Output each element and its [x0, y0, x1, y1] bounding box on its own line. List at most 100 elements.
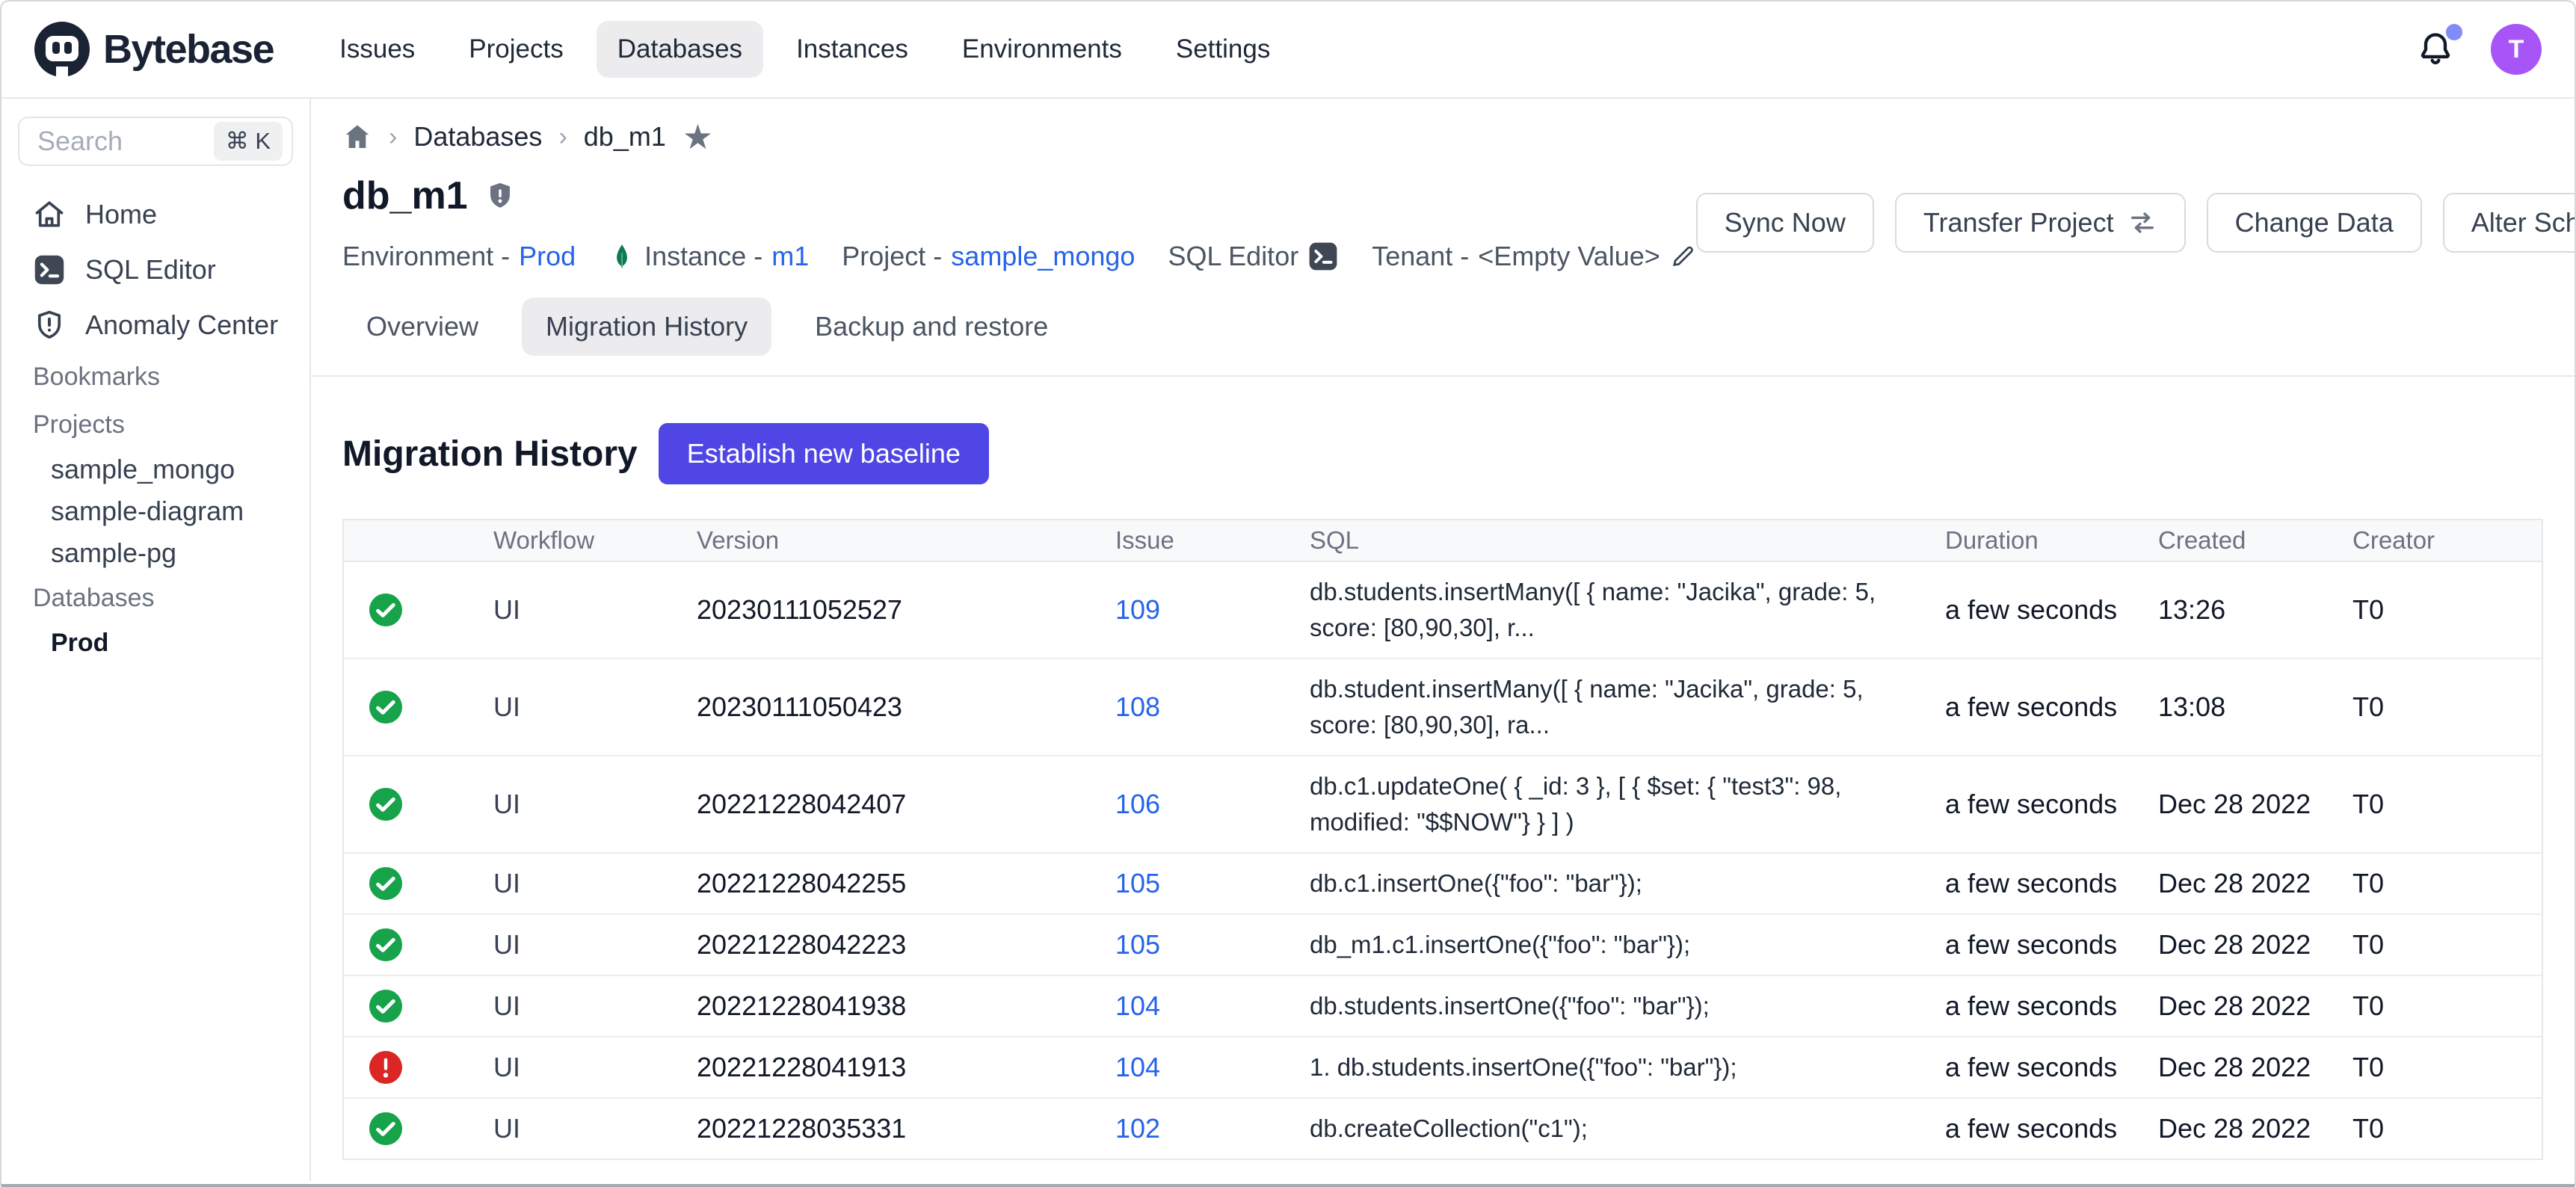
sidebar: ⌘ K HomeSQL EditorAnomaly Center Bookmar… — [1, 99, 311, 1181]
tab-overview[interactable]: Overview — [342, 297, 502, 356]
version-cell: 20221228041913 — [697, 1052, 1115, 1083]
created-cell: 13:08 — [2158, 691, 2352, 723]
nav-item-databases[interactable]: Databases — [597, 21, 763, 78]
issue-link[interactable]: 109 — [1115, 594, 1310, 626]
sidebar-item-anomaly-center[interactable]: Anomaly Center — [1, 297, 309, 353]
nav-item-instances[interactable]: Instances — [775, 21, 929, 78]
check-circle-icon — [368, 592, 404, 628]
check-circle-icon — [368, 927, 404, 963]
sidebar-item-label: Home — [85, 199, 157, 230]
project-link[interactable]: sample_mongo — [951, 241, 1135, 272]
created-cell: Dec 28 2022 — [2158, 1113, 2352, 1144]
table-row[interactable]: UI20221228042223105db_m1.c1.insertOne({"… — [344, 915, 2542, 976]
nav-item-issues[interactable]: Issues — [318, 21, 436, 78]
tab-backup-and-restore[interactable]: Backup and restore — [791, 297, 1072, 356]
sidebar-item-sample-pg[interactable]: sample-pg — [1, 532, 309, 574]
table-row[interactable]: UI20221228035331102db.createCollection("… — [344, 1099, 2542, 1159]
notification-bell-button[interactable] — [2416, 30, 2455, 69]
tabs-divider — [311, 375, 2575, 377]
issue-link[interactable]: 105 — [1115, 868, 1310, 899]
creator-cell: T0 — [2352, 789, 2542, 820]
transfer-project-button[interactable]: Transfer Project — [1895, 193, 2186, 253]
created-cell: Dec 28 2022 — [2158, 990, 2352, 1022]
column-header-workflow: Workflow — [493, 526, 697, 555]
creator-cell: T0 — [2352, 990, 2542, 1022]
nav-item-projects[interactable]: Projects — [448, 21, 584, 78]
breadcrumb-item-databases[interactable]: Databases — [413, 121, 542, 152]
sidebar-nav: Home SQL Editor Anomaly Center — [1, 187, 309, 353]
version-cell: 20230111052527 — [697, 594, 1115, 626]
table-row[interactable]: UI20230111050423108db.student.insertMany… — [344, 659, 2542, 756]
establish-baseline-button[interactable]: Establish new baseline — [659, 423, 989, 484]
search-box: ⌘ K — [18, 117, 293, 166]
home-icon[interactable] — [342, 122, 372, 152]
home-icon — [33, 198, 66, 231]
status-cell — [344, 786, 493, 822]
workflow-cell: UI — [493, 594, 697, 626]
page-title: db_m1 — [342, 173, 468, 218]
issue-link[interactable]: 104 — [1115, 1052, 1310, 1083]
table-row[interactable]: UI20221228042255105db.c1.insertOne({"foo… — [344, 854, 2542, 915]
change-data-button[interactable]: Change Data — [2207, 193, 2422, 253]
version-cell: 20221228042255 — [697, 868, 1115, 899]
environment-meta: Environment - Prod — [342, 241, 576, 272]
status-cell — [344, 988, 493, 1024]
sync-now-button[interactable]: Sync Now — [1696, 193, 1874, 253]
table-row[interactable]: UI202212280419131041. db.students.insert… — [344, 1038, 2542, 1099]
duration-cell: a few seconds — [1945, 929, 2158, 961]
pencil-icon[interactable] — [1669, 243, 1696, 270]
column-header-duration: Duration — [1945, 526, 2158, 555]
workflow-cell: UI — [493, 929, 697, 961]
table-row[interactable]: UI20221228042407106db.c1.updateOne( { _i… — [344, 756, 2542, 854]
sidebar-section-databases: Databases — [1, 574, 309, 622]
button-label: Sync Now — [1725, 207, 1846, 238]
table-row[interactable]: UI20221228041938104db.students.insertOne… — [344, 976, 2542, 1038]
tab-migration-history[interactable]: Migration History — [522, 297, 771, 356]
environment-link[interactable]: Prod — [519, 241, 576, 272]
user-avatar[interactable]: T — [2491, 24, 2542, 75]
sidebar-item-prod[interactable]: Prod — [1, 622, 309, 664]
issue-link[interactable]: 108 — [1115, 691, 1310, 723]
top-nav-items: IssuesProjectsDatabasesInstancesEnvironm… — [318, 21, 1291, 78]
workflow-cell: UI — [493, 789, 697, 820]
issue-link[interactable]: 102 — [1115, 1113, 1310, 1144]
workflow-cell: UI — [493, 691, 697, 723]
version-cell: 20221228042407 — [697, 789, 1115, 820]
nav-item-settings[interactable]: Settings — [1155, 21, 1291, 78]
notification-badge — [2446, 24, 2462, 40]
sql-editor-shortcut[interactable]: SQL Editor — [1168, 241, 1339, 272]
issue-link[interactable]: 105 — [1115, 929, 1310, 961]
version-cell: 20230111050423 — [697, 691, 1115, 723]
main-content: › Databases › db_m1 ★ db_m1 Environme — [311, 99, 2575, 1181]
search-kbd-shortcut: ⌘ K — [214, 122, 283, 161]
sidebar-item-sample-diagram[interactable]: sample-diagram — [1, 490, 309, 532]
sql-cell: 1. db.students.insertOne({"foo": "bar"})… — [1310, 1049, 1945, 1085]
check-circle-icon — [368, 786, 404, 822]
check-circle-icon — [368, 866, 404, 901]
sidebar-item-home[interactable]: Home — [1, 187, 309, 242]
sql-editor-label: SQL Editor — [1168, 241, 1298, 272]
nav-item-environments[interactable]: Environments — [941, 21, 1143, 78]
table-row[interactable]: UI20230111052527109db.students.insertMan… — [344, 562, 2542, 659]
column-header-version: Version — [697, 526, 1115, 555]
check-circle-icon — [368, 689, 404, 725]
duration-cell: a few seconds — [1945, 789, 2158, 820]
database-meta-row: Environment - Prod Instance - m1 Project… — [342, 241, 1696, 272]
alter-schema-button[interactable]: Alter Schema — [2443, 193, 2575, 253]
favorite-star-icon[interactable]: ★ — [682, 120, 713, 154]
issue-link[interactable]: 104 — [1115, 990, 1310, 1022]
column-header-creator: Creator — [2352, 526, 2542, 555]
sidebar-item-sql-editor[interactable]: SQL Editor — [1, 242, 309, 297]
sidebar-item-label: Anomaly Center — [85, 309, 278, 341]
app-window: { "colors": { "accent": "#4f46e5", "link… — [0, 0, 2576, 1187]
search-input[interactable] — [37, 126, 214, 157]
bytebase-logo-text: Bytebase — [103, 26, 274, 73]
status-cell — [344, 1111, 493, 1147]
sql-cell: db.students.insertMany([ { name: "Jacika… — [1310, 574, 1945, 646]
instance-link[interactable]: m1 — [771, 241, 809, 272]
sidebar-item-sample-mongo[interactable]: sample_mongo — [1, 448, 309, 490]
issue-link[interactable]: 106 — [1115, 789, 1310, 820]
bytebase-logo[interactable]: Bytebase — [34, 22, 274, 77]
button-label: Alter Schema — [2471, 207, 2575, 238]
workflow-cell: UI — [493, 1052, 697, 1083]
